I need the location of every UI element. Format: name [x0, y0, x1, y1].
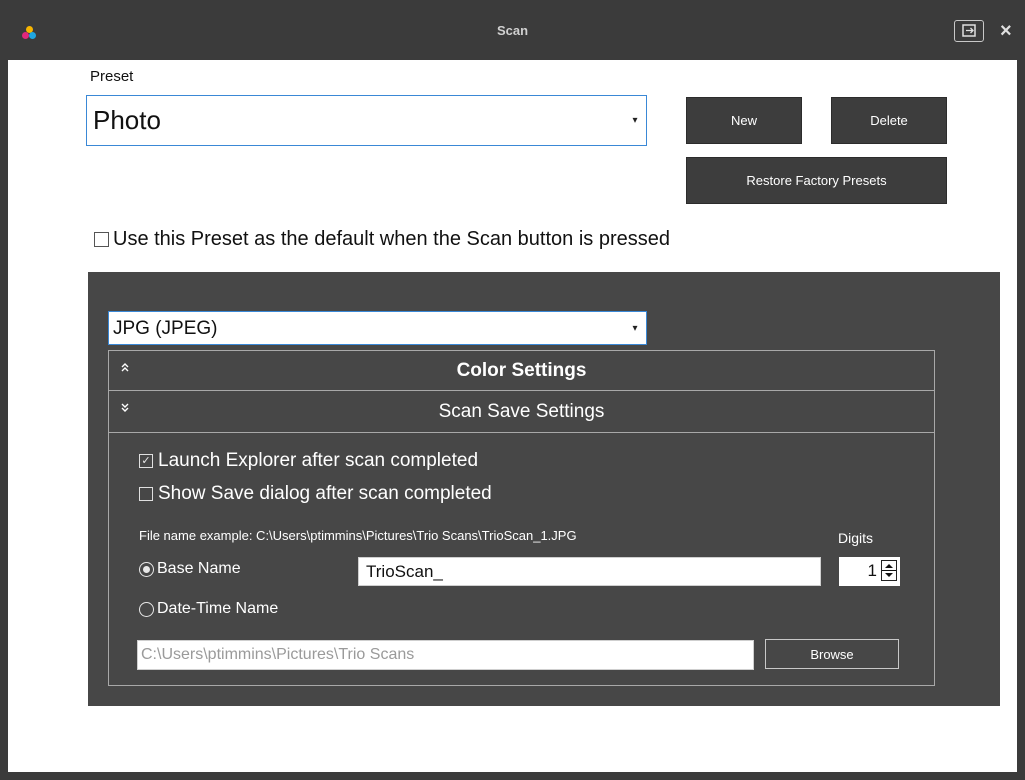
launch-explorer-checkbox[interactable]: ✓ Launch Explorer after scan completed: [139, 450, 478, 472]
show-save-dialog-checkbox[interactable]: Show Save dialog after scan completed: [139, 483, 492, 505]
scan-save-settings-label: Scan Save Settings: [438, 401, 605, 422]
preset-value: Photo: [93, 105, 161, 135]
checkbox-checked-icon: ✓: [139, 454, 153, 468]
folder-path-input[interactable]: C:\Users\ptimmins\Pictures\Trio Scans: [137, 640, 754, 670]
chevron-down-double-icon: [120, 403, 130, 416]
chevron-up-double-icon: [120, 362, 130, 375]
file-name-example: File name example: C:\Users\ptimmins\Pic…: [139, 528, 577, 543]
chevron-down-icon: ▾: [632, 115, 638, 126]
preset-label: Preset: [90, 68, 134, 85]
restore-factory-presets-button[interactable]: Restore Factory Presets: [686, 157, 947, 204]
title-bar: Scan ×: [0, 0, 1025, 60]
radio-icon: [139, 601, 154, 617]
launch-explorer-label: Launch Explorer after scan completed: [158, 450, 479, 471]
color-settings-header[interactable]: Color Settings: [108, 351, 935, 391]
base-name-radio[interactable]: Base Name: [139, 560, 241, 578]
show-save-dialog-label: Show Save dialog after scan completed: [158, 483, 492, 504]
window-title: Scan: [496, 23, 529, 38]
restore-window-button[interactable]: [954, 20, 984, 42]
scan-save-settings-header[interactable]: Scan Save Settings: [108, 392, 935, 432]
preset-dropdown[interactable]: Photo ▾: [86, 95, 647, 146]
checkbox-icon: [139, 487, 153, 501]
chevron-down-icon: ▾: [632, 322, 638, 334]
date-time-name-radio[interactable]: Date-Time Name: [139, 600, 278, 618]
color-settings-label: Color Settings: [456, 360, 587, 381]
checkbox-icon: [94, 232, 109, 247]
date-time-name-label: Date-Time Name: [157, 600, 279, 617]
delete-preset-button[interactable]: Delete: [831, 97, 947, 144]
default-preset-checkbox-label: Use this Preset as the default when the …: [113, 228, 670, 250]
divider: [108, 432, 935, 433]
base-name-input[interactable]: TrioScan_: [358, 557, 821, 586]
spinner-arrows-icon[interactable]: [881, 560, 897, 581]
window-exit-icon: [962, 24, 976, 37]
base-name-label: Base Name: [157, 560, 241, 577]
digits-value: 1: [867, 561, 877, 580]
digits-label: Digits: [838, 530, 874, 546]
file-format-dropdown[interactable]: JPG (JPEG) ▾: [108, 311, 647, 345]
default-preset-checkbox[interactable]: Use this Preset as the default when the …: [94, 228, 670, 251]
file-format-value: JPG (JPEG): [113, 318, 218, 339]
new-preset-button[interactable]: New: [686, 97, 802, 144]
browse-button[interactable]: Browse: [765, 639, 899, 669]
radio-selected-icon: [139, 561, 154, 577]
digits-spinner[interactable]: 1: [839, 557, 900, 586]
close-icon[interactable]: ×: [1000, 20, 1012, 42]
